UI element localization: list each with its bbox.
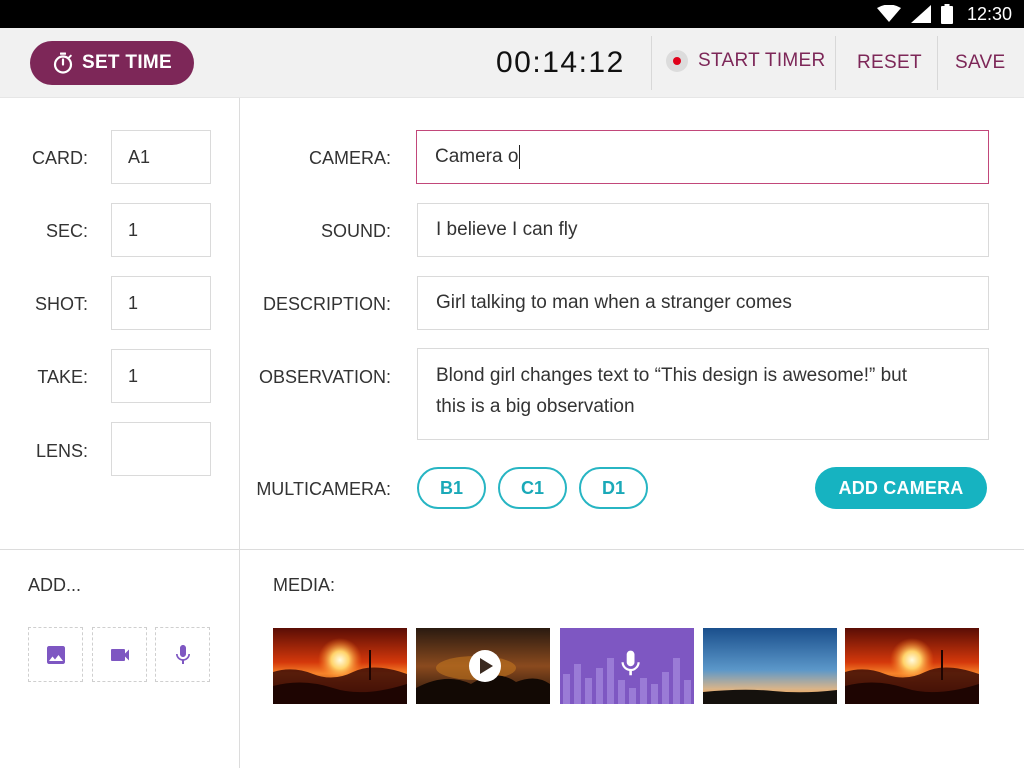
audio-preview [560,628,694,704]
status-bar: 12:30 [0,0,1024,28]
reset-button[interactable]: RESET [857,52,922,74]
save-button[interactable]: SAVE [955,52,1005,74]
observation-label: OBSERVATION: [258,367,391,387]
stopwatch-icon [53,52,73,74]
description-input[interactable]: Girl talking to man when a stranger come… [417,276,989,330]
camera-label: CAMERA: [308,148,391,168]
start-timer-button[interactable]: START TIMER [666,50,826,72]
vertical-divider [239,98,240,768]
media-thumbnail-image[interactable] [845,628,979,704]
timer-display: 00:14:12 [496,46,625,79]
mic-icon [175,644,190,664]
battery-icon [940,4,953,24]
media-label: MEDIA: [273,575,336,595]
camera-input-value: Camera o [435,146,519,167]
status-icons: 12:30 [876,3,1012,25]
dusk-sky-image [703,628,837,704]
status-clock: 12:30 [966,3,1012,24]
sunset-image [845,628,979,704]
wifi-icon [876,5,901,22]
camera-chip-b1[interactable]: B1 [417,467,486,509]
lens-label: LENS: [35,441,88,461]
description-label: DESCRIPTION: [262,294,391,314]
add-camera-button[interactable]: ADD CAMERA [815,467,987,509]
signal-icon [910,5,931,23]
horizontal-divider [0,549,1024,550]
sunset-image [273,628,407,704]
start-timer-label: START TIMER [698,50,826,71]
camera-chip-c1[interactable]: C1 [498,467,567,509]
video-preview-image [416,628,550,704]
media-thumbnail-video[interactable] [416,628,550,704]
add-image-button[interactable] [28,627,83,682]
record-dot-icon [666,50,688,72]
toolbar-divider [835,36,836,90]
set-time-label: SET TIME [81,52,172,73]
sound-input[interactable]: I believe I can fly [417,203,989,257]
toolbar-divider [937,36,938,90]
media-thumbnail-image[interactable] [273,628,407,704]
toolbar-divider [651,36,652,90]
add-audio-button[interactable] [155,627,210,682]
media-thumbnail-audio[interactable] [560,628,694,704]
lens-input[interactable] [111,422,211,476]
add-video-button[interactable] [92,627,147,682]
set-time-button[interactable]: SET TIME [30,41,194,85]
videocam-icon [110,648,129,661]
text-caret [519,145,521,169]
observation-textarea[interactable]: Blond girl changes text to “This design … [417,348,989,440]
multicamera-label: MULTICAMERA: [256,479,391,499]
image-icon [46,645,65,664]
sound-label: SOUND: [320,221,391,241]
toolbar: SET TIME 00:14:12 START TIMER RESET SAVE [0,28,1024,98]
camera-input[interactable]: Camera o [416,130,989,184]
add-label: ADD... [28,575,82,595]
camera-chip-d1[interactable]: D1 [579,467,648,509]
media-thumbnail-image[interactable] [703,628,837,704]
